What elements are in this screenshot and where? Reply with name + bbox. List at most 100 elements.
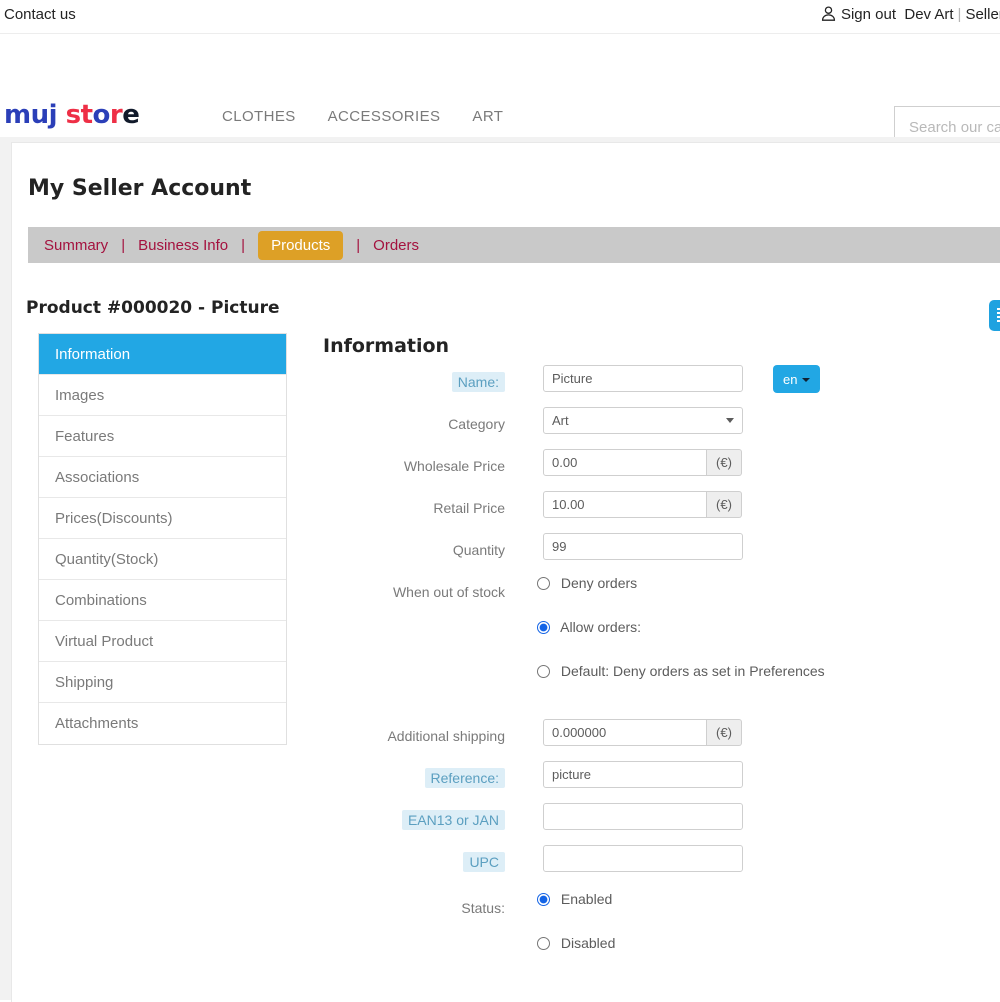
wholesale-price-input[interactable] xyxy=(543,449,707,476)
wholesale-price-label: Wholesale Price xyxy=(403,458,505,474)
tab-orders[interactable]: Orders xyxy=(373,237,419,254)
account-utility-links: Sign out Dev Art|Seller Sign xyxy=(821,6,1000,26)
tab-divider: | xyxy=(356,237,361,254)
upc-input[interactable] xyxy=(543,845,743,872)
additional-shipping-input[interactable] xyxy=(543,719,707,746)
field-row-quantity: Quantity xyxy=(323,533,963,575)
retail-price-input[interactable] xyxy=(543,491,707,518)
contact-us-link[interactable]: Contact us xyxy=(4,6,76,23)
sidebar-item-features[interactable]: Features xyxy=(39,416,286,457)
field-row-out-of-stock-allow: Allow orders: xyxy=(323,619,963,663)
field-row-additional-shipping: Additional shipping (€) xyxy=(323,719,963,761)
out-of-stock-option-allow[interactable]: Allow orders: xyxy=(537,619,641,635)
reference-control xyxy=(543,761,743,788)
nav-item-art[interactable]: Art xyxy=(472,108,503,125)
field-row-name: Name: en xyxy=(323,365,963,407)
name-label: Name: xyxy=(323,365,505,395)
field-row-out-of-stock-default: Default: Deny orders as set in Preferenc… xyxy=(323,663,963,707)
field-row-out-of-stock: When out of stock Deny orders xyxy=(323,575,963,619)
seller-tab-strip: Summary | Business Info | Products | Orders xyxy=(28,227,1000,263)
status-radio-enabled[interactable] xyxy=(537,893,550,906)
status-option-disabled[interactable]: Disabled xyxy=(537,935,615,951)
page-title: My Seller Account xyxy=(28,176,252,201)
logo-letter: r xyxy=(109,100,123,130)
category-label: Category xyxy=(448,416,505,432)
tab-divider: | xyxy=(121,237,126,254)
sign-out-link[interactable]: Sign out xyxy=(841,6,896,23)
retail-price-label: Retail Price xyxy=(433,500,505,516)
tab-divider: | xyxy=(241,237,246,254)
site-header: muj store Clothes Accessories Art xyxy=(0,34,1000,148)
sidebar-item-images[interactable]: Images xyxy=(39,375,286,416)
out-of-stock-option-deny[interactable]: Deny orders xyxy=(537,575,637,591)
upc-label-text: UPC xyxy=(463,852,505,872)
status-label: Status: xyxy=(461,900,505,916)
additional-shipping-label: Additional shipping xyxy=(387,728,505,744)
reference-input[interactable] xyxy=(543,761,743,788)
status-option-enabled[interactable]: Enabled xyxy=(537,891,612,907)
chevron-down-icon xyxy=(802,377,811,382)
ean13-label-text: EAN13 or JAN xyxy=(401,810,505,830)
seller-signin-link[interactable]: Seller Sign xyxy=(965,6,1000,23)
upc-control xyxy=(543,845,743,872)
out-of-stock-radio-default[interactable] xyxy=(537,665,550,678)
logo-letter: u xyxy=(30,100,50,130)
language-dropdown-button[interactable]: en xyxy=(773,365,821,393)
currency-suffix: (€) xyxy=(707,449,742,476)
sidebar-item-quantity-stock[interactable]: Quantity(Stock) xyxy=(39,539,286,580)
field-row-status: Status: Enabled xyxy=(323,891,963,935)
reference-label-text: Reference: xyxy=(424,768,505,788)
logo-letter: j xyxy=(48,100,58,130)
out-of-stock-radio-deny[interactable] xyxy=(537,577,550,590)
account-name-link[interactable]: Dev Art xyxy=(904,6,953,23)
name-input[interactable] xyxy=(543,365,743,392)
tab-products[interactable]: Products xyxy=(258,231,344,260)
sidebar-item-virtual-product[interactable]: Virtual Product xyxy=(39,621,286,662)
ean13-control xyxy=(543,803,743,830)
quantity-input[interactable] xyxy=(543,533,743,560)
product-heading: Product #000020 - Picture xyxy=(26,298,280,318)
status-enabled-label[interactable]: Enabled xyxy=(561,891,612,907)
additional-shipping-control: (€) xyxy=(543,719,742,746)
ean13-label: EAN13 or JAN xyxy=(323,803,505,833)
status-disabled-label[interactable]: Disabled xyxy=(561,935,615,951)
upc-label: UPC xyxy=(323,845,505,875)
tab-business-info[interactable]: Business Info xyxy=(138,237,228,254)
name-label-text: Name: xyxy=(451,372,505,392)
out-of-stock-allow-label[interactable]: Allow orders: xyxy=(560,619,641,635)
sidebar-item-associations[interactable]: Associations xyxy=(39,457,286,498)
contact-us-label: Contact us xyxy=(4,6,76,23)
out-of-stock-label: When out of stock xyxy=(392,584,505,600)
nav-item-accessories[interactable]: Accessories xyxy=(328,108,441,125)
field-row-upc: UPC xyxy=(323,845,963,887)
out-of-stock-radio-allow[interactable] xyxy=(537,621,550,634)
sidebar-item-information[interactable]: Information xyxy=(39,334,286,375)
logo-letter: s xyxy=(65,100,81,130)
category-select[interactable]: Art xyxy=(543,407,743,434)
grid-panel-icon[interactable] xyxy=(989,300,1000,331)
sidebar-item-combinations[interactable]: Combinations xyxy=(39,580,286,621)
category-select-wrap: Art xyxy=(543,407,743,434)
store-logo[interactable]: muj store xyxy=(4,100,140,130)
out-of-stock-option-default[interactable]: Default: Deny orders as set in Preferenc… xyxy=(537,663,825,679)
sidebar-item-shipping[interactable]: Shipping xyxy=(39,662,286,703)
top-utility-bar: Contact us Sign out Dev Art|Seller Sign xyxy=(0,0,1000,34)
currency-suffix: (€) xyxy=(707,719,742,746)
form-section-title: Information xyxy=(323,335,450,357)
language-dropdown-label: en xyxy=(783,371,798,387)
category-control: Art xyxy=(543,407,743,434)
out-of-stock-deny-label[interactable]: Deny orders xyxy=(561,575,637,591)
quantity-control xyxy=(543,533,743,560)
status-radio-disabled[interactable] xyxy=(537,937,550,950)
field-row-status-disabled: Disabled xyxy=(323,935,963,979)
field-row-ean13: EAN13 or JAN xyxy=(323,803,963,845)
field-row-retail-price: Retail Price (€) xyxy=(323,491,963,533)
nav-item-clothes[interactable]: Clothes xyxy=(222,108,296,125)
product-section-nav: Information Images Features Associations… xyxy=(38,333,287,745)
ean13-input[interactable] xyxy=(543,803,743,830)
out-of-stock-default-label[interactable]: Default: Deny orders as set in Preferenc… xyxy=(561,663,825,679)
tab-summary[interactable]: Summary xyxy=(44,237,108,254)
logo-letter: t xyxy=(80,100,93,130)
sidebar-item-prices-discounts[interactable]: Prices(Discounts) xyxy=(39,498,286,539)
sidebar-item-attachments[interactable]: Attachments xyxy=(39,703,286,744)
